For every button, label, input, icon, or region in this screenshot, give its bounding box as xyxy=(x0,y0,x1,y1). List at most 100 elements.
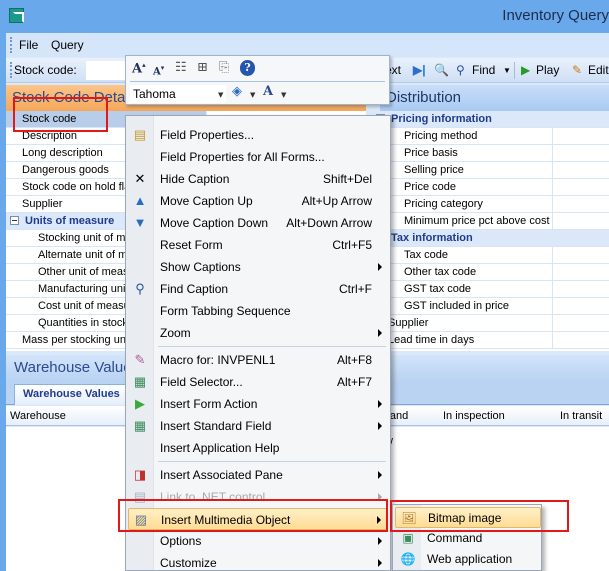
fill-color-icon[interactable]: ◈ xyxy=(232,84,242,100)
row-value-cell[interactable] xyxy=(552,315,609,332)
row-value-cell[interactable] xyxy=(552,298,609,315)
menu-item-hide-caption[interactable]: ✕ Hide Caption Shift+Del xyxy=(128,168,388,190)
standard-field-icon: ▦ xyxy=(133,418,147,433)
grid-row[interactable]: Other tax code xyxy=(372,264,552,281)
edit-button[interactable]: Edit xyxy=(588,63,609,77)
tab-warehouse-values[interactable]: Warehouse Values xyxy=(14,384,129,405)
grid-row[interactable]: Selling price xyxy=(372,162,552,179)
row-label: Pricing method xyxy=(404,130,478,142)
field-selector-icon: ▦ xyxy=(133,374,147,389)
font-color-icon[interactable]: A xyxy=(263,84,273,100)
menu-item-insert-application-help[interactable]: Insert Application Help xyxy=(128,437,388,459)
row-label: Selling price xyxy=(404,164,464,176)
column-in-transit[interactable]: In transit xyxy=(560,410,602,422)
context-menu: ▤ Field Properties... Field Properties for… xyxy=(125,115,391,571)
menu-item-field-selector[interactable]: ▦ Field Selector... Alt+F7 xyxy=(128,371,388,393)
menu-item-insert-multimedia-object[interactable]: ▨ Insert Multimedia Object xyxy=(128,508,388,530)
menu-item-field-properties[interactable]: ▤ Field Properties... xyxy=(128,124,388,146)
submenu-item-command[interactable]: ▣ Command xyxy=(395,528,541,549)
menu-item-insert-standard-field[interactable]: ▦ Insert Standard Field xyxy=(128,415,388,437)
menu-file[interactable]: File xyxy=(19,38,38,52)
row-label: Tax code xyxy=(404,249,449,261)
menu-item-reset-form[interactable]: Reset Form Ctrl+F5 xyxy=(128,234,388,256)
row-value-cell[interactable] xyxy=(552,128,609,145)
menu-item-macro-for-invpenl1[interactable]: ✎ Macro for: INVPENL1 Alt+F8 xyxy=(128,349,388,371)
row-value-cell[interactable] xyxy=(552,145,609,162)
menu-item-customize[interactable]: Customize xyxy=(128,552,388,571)
grid-row[interactable]: Tax code xyxy=(372,247,552,264)
row-value-cell[interactable] xyxy=(552,213,609,230)
menu-item-insert-form-action[interactable]: ▶ Insert Form Action xyxy=(128,393,388,415)
font-name-select[interactable]: Tahoma xyxy=(130,85,226,103)
row-label: Tax information xyxy=(391,232,473,244)
menu-item-label: Insert Associated Pane xyxy=(160,468,283,482)
grid-row[interactable]: Pricing category xyxy=(372,196,552,213)
fill-color-dropdown-icon[interactable]: ▼ xyxy=(250,91,255,99)
last-record-icon[interactable]: ▶| xyxy=(413,63,426,77)
submenu-item-web-application[interactable]: 🌐 Web application xyxy=(395,549,541,570)
menu-item-show-captions[interactable]: Show Captions xyxy=(128,256,388,278)
grid-row[interactable]: Supplier xyxy=(372,315,552,332)
find-dropdown-icon[interactable]: ▼ xyxy=(503,66,511,75)
menu-item-move-caption-up[interactable]: ▲ Move Caption Up Alt+Up Arrow xyxy=(128,190,388,212)
find-button[interactable]: Find xyxy=(472,63,495,77)
row-label: Other tax code xyxy=(404,266,477,278)
shrink-font-icon[interactable]: A▾ xyxy=(153,63,164,79)
binoculars-icon[interactable]: ⚲ xyxy=(456,63,465,77)
stock-code-label: Stock code: xyxy=(14,63,77,77)
submenu-arrow-icon xyxy=(378,400,382,408)
menu-item-label: Find Caption xyxy=(160,282,229,296)
search-magnifier-icon[interactable]: 🔍 xyxy=(434,63,449,77)
row-value-cell[interactable] xyxy=(552,247,609,264)
grid-row[interactable]: Price basis xyxy=(372,145,552,162)
font-color-dropdown-icon[interactable]: ▼ xyxy=(281,91,286,99)
row-value-cell[interactable] xyxy=(552,179,609,196)
menu-item-field-properties-for-all-forms[interactable]: Field Properties for All Forms... xyxy=(128,146,388,168)
menu-item-find-caption[interactable]: ⚲ Find Caption Ctrl+F xyxy=(128,278,388,300)
play-document-icon: ▶ xyxy=(521,63,531,77)
menu-item-form-tabbing-sequence[interactable]: Form Tabbing Sequence xyxy=(128,300,388,322)
menu-query[interactable]: Query xyxy=(51,38,84,52)
font-dropdown-icon[interactable]: ▼ xyxy=(218,91,223,99)
row-label: Price code xyxy=(404,181,456,193)
row-value-cell[interactable] xyxy=(552,162,609,179)
menubar-grip[interactable] xyxy=(10,37,12,53)
grid-row[interactable]: Lead time in days xyxy=(372,332,552,349)
row-value-cell[interactable] xyxy=(552,281,609,298)
expand-all-icon[interactable]: ⊞ xyxy=(197,60,208,76)
row-value-cell[interactable] xyxy=(552,196,609,213)
collapse-all-icon[interactable]: ☷ xyxy=(175,60,187,76)
column-in-inspection[interactable]: In inspection xyxy=(443,410,505,422)
row-label: Units of measure xyxy=(25,215,115,227)
help-icon[interactable]: ? xyxy=(240,60,255,76)
menu-item-label: Insert Multimedia Object xyxy=(161,513,291,527)
grid-category-row[interactable]: Pricing information xyxy=(372,111,609,128)
grow-font-icon[interactable]: A▴ xyxy=(132,60,146,76)
close-x-icon: ✕ xyxy=(134,171,146,186)
menu-item-zoom[interactable]: Zoom xyxy=(128,322,388,344)
grid-row[interactable]: GST included in price xyxy=(372,298,552,315)
copy-icon[interactable]: ⎘ xyxy=(219,60,229,76)
row-value-cell[interactable] xyxy=(552,332,609,349)
grid-row[interactable]: Minimum price pct above cost xyxy=(372,213,552,230)
play-button[interactable]: Play xyxy=(536,63,559,77)
row-value-cell[interactable] xyxy=(552,264,609,281)
row-label: Pricing information xyxy=(391,113,492,125)
grid-row[interactable]: GST tax code xyxy=(372,281,552,298)
grid-category-row[interactable]: Tax information xyxy=(372,230,609,247)
grid-row[interactable]: Price code xyxy=(372,179,552,196)
command-icon: ▣ xyxy=(402,531,414,545)
row-label: Long description xyxy=(22,147,103,159)
menu-item-shortcut: Alt+Up Arrow xyxy=(301,194,372,208)
net-control-icon: ▤ xyxy=(133,489,147,504)
grid-row[interactable]: Pricing method xyxy=(372,128,552,145)
submenu-item-bitmap-image[interactable]: 🖼 Bitmap image xyxy=(395,507,541,528)
distribution-header: Distribution xyxy=(380,85,609,111)
collapse-toggle-icon[interactable] xyxy=(10,216,19,225)
menu-item-insert-associated-pane[interactable]: ◨ Insert Associated Pane xyxy=(128,464,388,486)
menu-item-label: Field Properties for All Forms... xyxy=(160,150,325,164)
column-warehouse[interactable]: Warehouse xyxy=(10,410,66,422)
menu-item-move-caption-down[interactable]: ▼ Move Caption Down Alt+Down Arrow xyxy=(128,212,388,234)
toolbar-grip[interactable] xyxy=(10,62,12,78)
menu-item-options[interactable]: Options xyxy=(128,530,388,552)
